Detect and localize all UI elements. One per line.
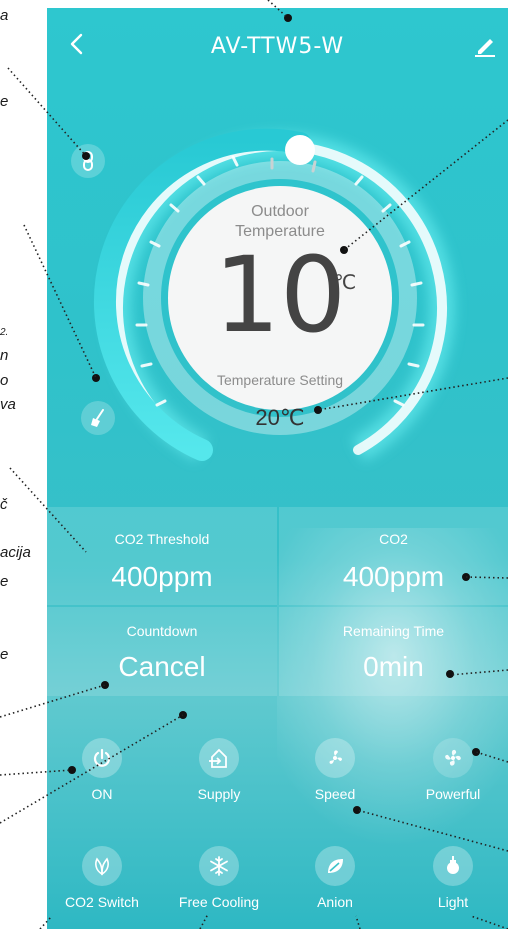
annotation-dot [353,806,361,814]
power-icon-wrap [82,738,122,778]
anion-leaf-icon [328,859,343,873]
outdoor-label-line1: Outdoor [251,203,309,220]
snowflake-icon [210,856,228,876]
outdoor-temperature-unit: ℃ [333,272,357,294]
side-note: 2. [0,327,9,338]
annotation-dot [472,748,480,756]
remaining-time-value: 0min [363,651,424,682]
fan-speed-icon [329,750,342,764]
annotation-dot [92,374,100,382]
speed-label: Speed [314,786,356,802]
co2-value: 400ppm [342,561,445,592]
supply-icon-wrap [199,738,239,778]
countdown-value: Cancel [118,651,206,682]
annotation-dot [82,152,90,160]
co2-threshold-label: CO2 Threshold [114,531,210,547]
co2-threshold-value: 400ppm [111,561,213,592]
side-note: o [0,372,9,389]
light-button[interactable]: Light [398,846,508,910]
countdown-cell[interactable]: Countdown Cancel [47,607,277,696]
remaining-time-cell: Remaining Time 0min [279,607,508,696]
temperature-setting-label: Temperature Setting [216,372,344,388]
outdoor-temperature-value: 10 [213,234,347,356]
side-note: a [0,7,9,24]
powerful-fan-icon [445,749,461,766]
annotation-dot [314,406,322,414]
co2-threshold-cell[interactable]: CO2 Threshold 400ppm [47,507,277,605]
home-supply-icon [209,748,227,768]
annotation-dot [462,573,470,581]
remaining-time-label: Remaining Time [342,623,445,639]
annotation-dot [68,766,76,774]
leaf-icon [95,857,109,876]
dial-knob [285,135,315,165]
light-label: Light [437,894,469,910]
side-note: e [0,93,9,110]
co2-switch-button[interactable]: CO2 Switch [47,846,157,910]
side-note: č [0,496,8,513]
annotation-dot [446,670,454,678]
annotation-dot [179,711,187,719]
speed-icon-wrap [315,738,355,778]
powerful-button[interactable]: Powerful [398,738,508,802]
power-button[interactable]: ON [47,738,157,802]
free-cooling-label: Free Cooling [178,894,260,910]
power-icon [93,748,111,767]
side-note: e [0,573,9,590]
countdown-label: Countdown [126,623,198,639]
speed-button[interactable]: Speed [280,738,390,802]
supply-label: Supply [197,786,241,802]
side-note: va [0,396,16,413]
annotation-dot [284,14,292,22]
anion-button[interactable]: Anion [280,846,390,910]
co2-switch-icon-wrap [82,846,122,886]
free-cooling-button[interactable]: Free Cooling [164,846,274,910]
side-note: e [0,646,9,663]
app-screen: AV-TTW5-W Outdoor Temperature 10 ℃ Tempe… [47,8,508,929]
side-note: n [0,347,9,364]
powerful-label: Powerful [425,786,481,802]
light-bulb-icon [447,856,459,874]
supply-button[interactable]: Supply [164,738,274,802]
temperature-setting-value[interactable]: 20℃ [180,405,380,431]
free-cooling-icon-wrap [199,846,239,886]
side-note: acija [0,544,31,561]
powerful-icon-wrap [433,738,473,778]
light-icon-wrap [433,846,473,886]
co2-switch-label: CO2 Switch [65,894,139,910]
co2-cell: CO2 400ppm [279,507,508,605]
anion-icon-wrap [315,846,355,886]
co2-label: CO2 [379,531,408,547]
power-label: ON [91,786,113,802]
anion-label: Anion [317,894,353,910]
annotation-dot [340,246,348,254]
annotation-dot [101,681,109,689]
